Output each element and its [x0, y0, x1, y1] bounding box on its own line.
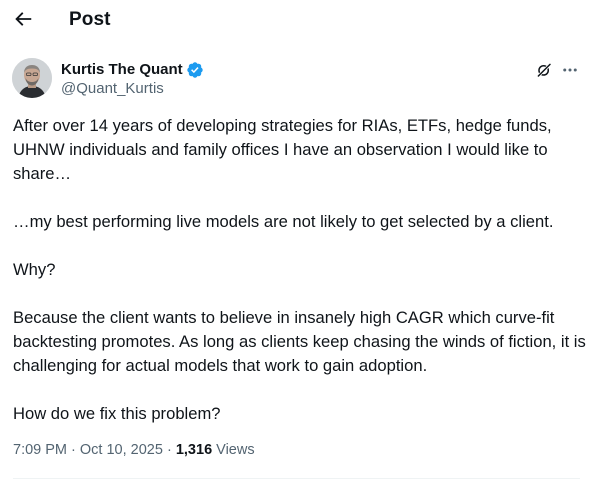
tweet-date[interactable]: Oct 10, 2025 [80, 442, 163, 458]
grok-icon [536, 62, 552, 78]
meta-separator: · [71, 442, 76, 458]
tweet-time[interactable]: 7:09 PM [13, 442, 67, 458]
tweet-text: After over 14 years of developing strate… [13, 114, 588, 426]
tweet-paragraph: Because the client wants to believe in i… [13, 308, 591, 375]
tweet-meta: 7:09 PM · Oct 10, 2025 · 1,316 Views [13, 440, 255, 460]
avatar-image [12, 58, 52, 98]
back-button[interactable] [12, 8, 34, 30]
author-display-name[interactable]: Kurtis The Quant [61, 60, 183, 80]
divider [13, 478, 580, 479]
verified-badge-icon[interactable] [186, 61, 204, 79]
tweet-paragraph: …my best performing live models are not … [13, 212, 554, 231]
views-count: 1,316 [175, 442, 213, 458]
arrow-left-icon [15, 12, 32, 26]
top-bar: Post [0, 0, 598, 40]
avatar[interactable] [12, 58, 52, 98]
tweet-paragraph: After over 14 years of developing strate… [13, 116, 557, 183]
more-options-button[interactable] [561, 61, 579, 79]
grok-button[interactable] [535, 61, 553, 79]
more-horizontal-icon [563, 68, 577, 72]
page-title: Post [69, 9, 111, 30]
meta-separator: · [166, 442, 172, 458]
author-name-row: Kurtis The Quant [61, 60, 204, 80]
tweet-paragraph: How do we fix this problem? [13, 404, 221, 423]
tweet-paragraph: Why? [13, 260, 56, 279]
author-handle[interactable]: @Quant_Kurtis [61, 79, 164, 99]
views-label: Views [216, 442, 255, 458]
